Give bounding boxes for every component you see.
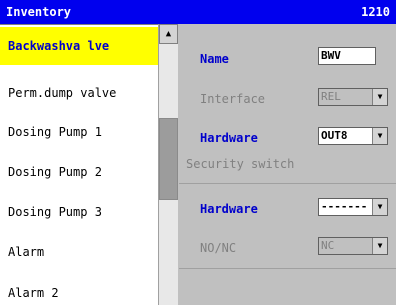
nonc-label: NO/NC [200, 241, 237, 255]
hardware-value: OUT8 [321, 129, 348, 142]
list-scrollbar[interactable]: ▲ [158, 24, 178, 305]
nonc-value: NC [321, 239, 335, 252]
dropdown-arrow-icon: ▼ [372, 89, 387, 105]
dropdown-arrow-icon: ▼ [372, 238, 387, 254]
interface-value: REL [321, 90, 341, 103]
security-switch-title: Security switch [186, 157, 295, 171]
name-field[interactable]: BWV [318, 47, 376, 65]
security-hardware-label: Hardware [200, 202, 258, 216]
security-hardware-select[interactable]: ------- ▼ [318, 198, 388, 216]
list-item-dosing-pump-1[interactable]: Dosing Pump 1 [0, 113, 158, 151]
item-list[interactable]: Backwashva lve Perm.dump valve Dosing Pu… [0, 24, 158, 305]
list-item-dosing-pump-3[interactable]: Dosing Pump 3 [0, 193, 158, 231]
list-item-backwashvalve[interactable]: Backwashva lve [0, 27, 158, 65]
scroll-up-arrow-icon[interactable]: ▲ [159, 24, 178, 44]
security-hardware-value: ------- [321, 200, 368, 213]
interface-select: REL ▼ [318, 88, 388, 106]
list-item-perm-dump-valve[interactable]: Perm.dump valve [0, 74, 158, 112]
scroll-thumb[interactable] [159, 118, 178, 200]
bottom-divider [179, 268, 396, 269]
hardware-label: Hardware [200, 131, 258, 145]
window-title: Inventory [6, 5, 72, 19]
interface-label: Interface [200, 92, 266, 106]
section-divider [179, 183, 396, 184]
nonc-select: NC ▼ [318, 237, 388, 255]
list-item-alarm-2[interactable]: Alarm 2 [0, 274, 158, 305]
list-item-dosing-pump-2[interactable]: Dosing Pump 2 [0, 153, 158, 191]
title-bar: Inventory 1210 [0, 0, 396, 24]
dropdown-arrow-icon[interactable]: ▼ [372, 199, 387, 215]
dropdown-arrow-icon[interactable]: ▼ [372, 128, 387, 144]
name-label: Name [200, 52, 229, 66]
hardware-select[interactable]: OUT8 ▼ [318, 127, 388, 145]
list-item-alarm[interactable]: Alarm [0, 233, 158, 271]
window-code: 1210 [361, 5, 390, 19]
